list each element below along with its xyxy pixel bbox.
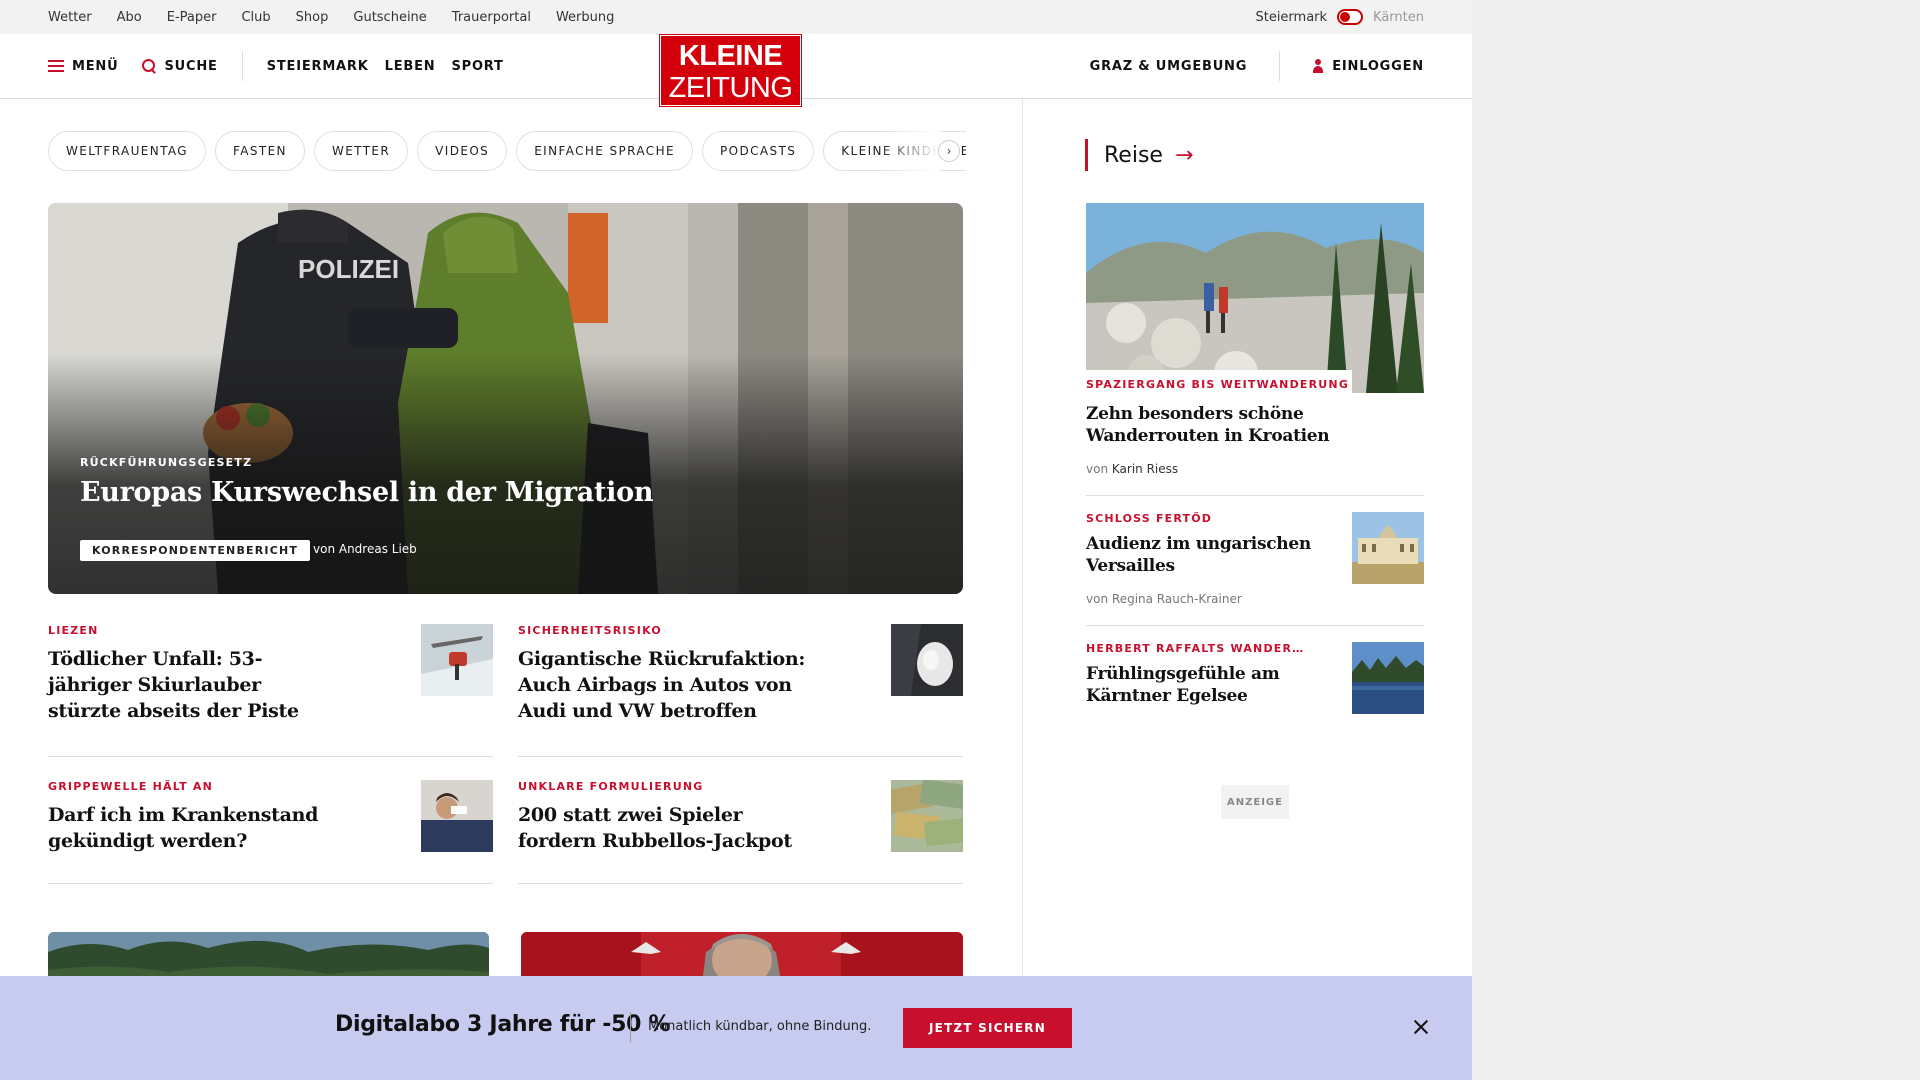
reise-title[interactable]: Audienz im ungarischen Versailles — [1086, 533, 1316, 577]
login-button[interactable]: EINLOGGEN — [1312, 59, 1424, 74]
user-icon — [1312, 59, 1324, 73]
article-thumbnail — [421, 780, 493, 852]
utility-bar: Wetter Abo E-Paper Club Shop Gutscheine … — [0, 0, 1472, 34]
hero-kicker: RÜCKFÜHRUNGSGESETZ — [80, 456, 253, 469]
article-card[interactable]: GRIPPEWELLE HÄLT AN Darf ich im Krankens… — [48, 780, 493, 884]
column-divider — [1022, 99, 1023, 979]
divider — [1086, 495, 1424, 496]
article-card[interactable]: SICHERHEITSRISIKO Gigantische Rückrufakt… — [518, 624, 963, 757]
utility-link-club[interactable]: Club — [241, 10, 270, 25]
reise-kicker: SCHLOSS FERTŐD — [1086, 512, 1213, 525]
region-steiermark[interactable]: Steiermark — [1255, 10, 1327, 25]
close-icon[interactable] — [1410, 1016, 1432, 1038]
nav-steiermark[interactable]: STEIERMARK — [267, 59, 369, 74]
login-label: EINLOGGEN — [1332, 58, 1424, 74]
pills-fade — [880, 131, 940, 171]
reise-byline: von Karin Riess — [1086, 462, 1178, 476]
reise-kicker: HERBERT RAFFALTS WANDER… — [1086, 642, 1305, 655]
utility-link-wetter[interactable]: Wetter — [48, 10, 92, 25]
main-header: MENÜ SUCHE STEIERMARK LEBEN SPORT KLEINE… — [0, 34, 1472, 107]
promo-headline: Digitalabo 3 Jahre für -50 % — [335, 1012, 671, 1037]
section-title: Reise — [1104, 142, 1163, 168]
pill-videos[interactable]: VIDEOS — [417, 131, 508, 171]
search-label: SUCHE — [164, 58, 218, 74]
search-icon — [142, 59, 156, 73]
nav-leben[interactable]: LEBEN — [385, 59, 436, 74]
pill-wetter[interactable]: WETTER — [313, 131, 409, 171]
reise-main-image[interactable] — [1086, 203, 1424, 393]
article-title[interactable]: Darf ich im Krankenstand gekündigt werde… — [48, 802, 328, 854]
promo-divider — [630, 1012, 631, 1042]
topic-pills: WELTFRAUENTAG FASTEN WETTER VIDEOS EINFA… — [48, 131, 966, 171]
hero-title[interactable]: Europas Kurswechsel in der Migration — [80, 477, 653, 508]
utility-link-shop[interactable]: Shop — [296, 10, 329, 25]
site-logo[interactable]: KLEINE ZEITUNG — [659, 34, 802, 107]
subscription-banner: Digitalabo 3 Jahre für -50 % Monatlich k… — [0, 976, 1472, 1080]
svg-text:POLIZEI: POLIZEI — [298, 254, 399, 284]
logo-line-1: KLEINE — [678, 40, 783, 72]
utility-nav: Wetter Abo E-Paper Club Shop Gutscheine … — [48, 0, 614, 34]
utility-link-epaper[interactable]: E-Paper — [167, 10, 217, 25]
article-kicker: UNKLARE FORMULIERUNG — [518, 780, 704, 793]
byline-prefix: von — [1086, 462, 1109, 476]
article-thumbnail — [421, 624, 493, 696]
hero-badge: KORRESPONDENTENBERICHT — [80, 540, 311, 561]
reise-title[interactable]: Zehn besonders schöne Wanderrouten in Kr… — [1086, 403, 1336, 447]
page: Wetter Abo E-Paper Club Shop Gutscheine … — [0, 0, 1472, 1080]
article-kicker: SICHERHEITSRISIKO — [518, 624, 662, 637]
arrow-right-icon: → — [1174, 142, 1194, 168]
region-toggle[interactable] — [1337, 9, 1364, 25]
reise-title[interactable]: Frühlingsgefühle am Kärntner Egelsee — [1086, 663, 1301, 707]
byline-prefix: von — [1086, 592, 1109, 606]
article-title[interactable]: 200 statt zwei Spieler fordern Rubbellos… — [518, 802, 798, 854]
article-thumbnail — [891, 780, 963, 852]
reise-byline: von Regina Rauch-Krainer — [1086, 592, 1242, 606]
hero-byline: von Andreas Lieb — [313, 542, 417, 556]
pill-weltfrauentag[interactable]: WELTFRAUENTAG — [48, 131, 207, 171]
article-kicker: LIEZEN — [48, 624, 99, 637]
pill-einfache-sprache[interactable]: EINFACHE SPRACHE — [516, 131, 693, 171]
byline-author: Regina Rauch-Krainer — [1111, 592, 1242, 606]
byline-author: Karin Riess — [1111, 462, 1179, 476]
header-divider — [241, 51, 243, 81]
reise-thumbnail — [1352, 642, 1424, 714]
reise-thumbnail — [1352, 512, 1424, 584]
menu-button[interactable]: MENÜ — [48, 59, 118, 74]
article-card[interactable]: UNKLARE FORMULIERUNG 200 statt zwei Spie… — [518, 780, 963, 884]
divider — [1086, 625, 1424, 626]
promo-subtext: Monatlich kündbar, ohne Bindung. — [648, 1019, 872, 1034]
article-kicker: GRIPPEWELLE HÄLT AN — [48, 780, 213, 793]
header-right: GRAZ & UMGEBUNG EINLOGGEN — [1090, 34, 1424, 98]
hamburger-icon — [48, 60, 64, 72]
location-link[interactable]: GRAZ & UMGEBUNG — [1090, 59, 1248, 74]
article-title[interactable]: Gigantische Rückrufaktion: Auch Airbags … — [518, 646, 818, 724]
hero-article[interactable]: POLIZEI RÜCKFÜHRUNGSGESETZ Europas Kursw… — [48, 203, 963, 594]
section-header-reise[interactable]: Reise → — [1085, 139, 1193, 171]
header-divider-right — [1279, 51, 1281, 81]
header-left: MENÜ SUCHE STEIERMARK LEBEN SPORT — [48, 34, 520, 98]
pill-podcasts[interactable]: PODCASTS — [702, 131, 815, 171]
menu-label: MENÜ — [72, 58, 119, 74]
chevron-right-icon: › — [946, 144, 952, 158]
utility-link-gutscheine[interactable]: Gutscheine — [353, 10, 426, 25]
utility-link-trauerportal[interactable]: Trauerportal — [452, 10, 531, 25]
logo-line-2: ZEITUNG — [668, 72, 793, 104]
pill-fasten[interactable]: FASTEN — [215, 131, 305, 171]
region-switch: Steiermark Kärnten — [1255, 0, 1424, 34]
pills-next-button[interactable]: › — [938, 140, 960, 162]
article-card[interactable]: LIEZEN Tödlicher Unfall: 53-jähriger Ski… — [48, 624, 493, 757]
search-button[interactable]: SUCHE — [142, 59, 217, 74]
ad-label: ANZEIGE — [1221, 785, 1289, 819]
region-kaernten[interactable]: Kärnten — [1373, 10, 1424, 25]
reise-kicker: SPAZIERGANG BIS WEITWANDERUNG — [1086, 378, 1350, 391]
nav-sport[interactable]: SPORT — [451, 59, 503, 74]
promo-cta-button[interactable]: JETZT SICHERN — [903, 1008, 1072, 1048]
article-title[interactable]: Tödlicher Unfall: 53-jähriger Skiurlaube… — [48, 646, 328, 724]
toggle-knob — [1340, 12, 1351, 22]
utility-link-abo[interactable]: Abo — [117, 10, 142, 25]
article-thumbnail — [891, 624, 963, 696]
utility-link-werbung[interactable]: Werbung — [556, 10, 614, 25]
